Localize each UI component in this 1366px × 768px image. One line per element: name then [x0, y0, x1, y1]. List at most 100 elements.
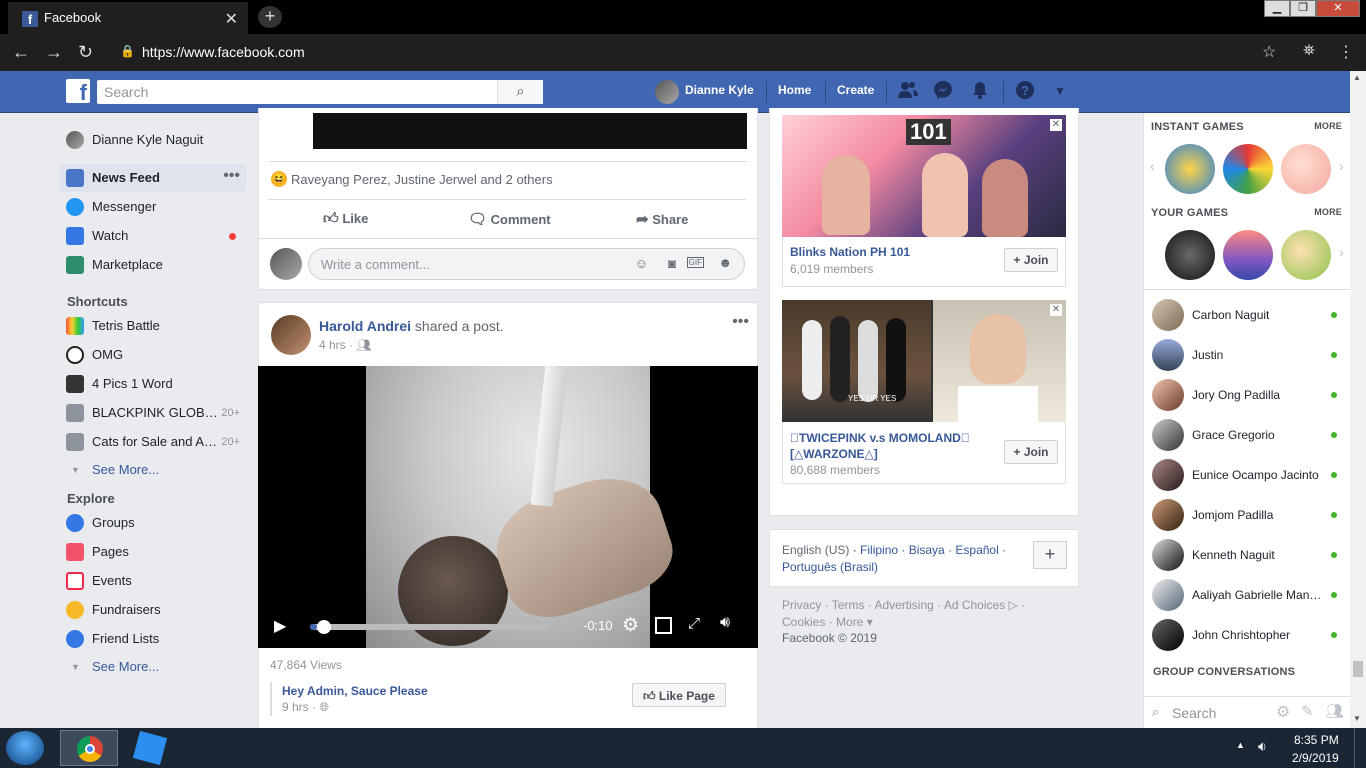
- taskbar-clock-time[interactable]: 8:35 PM: [1294, 733, 1339, 747]
- game-wordscapes-icon[interactable]: [1165, 144, 1215, 194]
- contact-item[interactable]: Jory Ong Padilla: [1144, 375, 1351, 415]
- maximize-button[interactable]: ❐: [1290, 0, 1316, 17]
- account-menu-chevron-down-icon[interactable]: ▼: [1054, 84, 1066, 98]
- picture-in-picture-icon[interactable]: [655, 617, 672, 634]
- sidebar-item-events[interactable]: Events: [60, 567, 246, 595]
- create-group-icon[interactable]: 👥︎: [1325, 702, 1344, 720]
- see-more-explore-link[interactable]: See More...: [92, 659, 159, 674]
- like-page-button[interactable]: 👍︎ Like Page: [632, 683, 726, 707]
- roblox-icon[interactable]: [132, 730, 168, 766]
- comment-button[interactable]: 🗨︎ Comment: [468, 210, 551, 228]
- avatar[interactable]: [271, 315, 311, 355]
- minimize-button[interactable]: ▁: [1264, 0, 1290, 17]
- profile-link[interactable]: Dianne Kyle: [685, 83, 754, 97]
- back-icon[interactable]: ←: [12, 42, 30, 63]
- author-link[interactable]: Harold Andrei: [319, 318, 411, 334]
- game-tetris-battle-icon[interactable]: [1223, 230, 1273, 280]
- volume-icon[interactable]: 🔉︎: [1258, 738, 1267, 755]
- browser-tab[interactable]: f Facebook ✕: [8, 2, 248, 34]
- footer-links[interactable]: Privacy · Terms · Advertising · Ad Choic…: [782, 597, 1062, 631]
- sidebar-item-marketplace[interactable]: Marketplace: [60, 251, 246, 279]
- close-tab-icon[interactable]: ✕: [225, 9, 238, 29]
- play-icon[interactable]: ▶: [274, 616, 286, 636]
- post-timestamp[interactable]: 4 hrs · 👥︎: [319, 338, 372, 352]
- scroll-down-icon[interactable]: ▼: [1353, 714, 1361, 723]
- scroll-up-icon[interactable]: ▲: [1353, 73, 1361, 82]
- chevron-left-icon[interactable]: ‹: [1150, 158, 1155, 174]
- sidebar-item-pages[interactable]: Pages: [60, 538, 246, 566]
- address-bar[interactable]: 🔒 https://www.facebook.com: [110, 39, 1295, 66]
- game-tetris-icon[interactable]: [1223, 144, 1273, 194]
- friend-requests-icon[interactable]: [898, 80, 918, 105]
- group-name-link[interactable]:  TWICEPINK v.s MOMOLAND  [△WARZONE△]: [790, 430, 995, 462]
- avatar[interactable]: [655, 80, 679, 104]
- chevron-right-icon[interactable]: ›: [1339, 158, 1344, 174]
- your-games-more-link[interactable]: MORE: [1314, 207, 1342, 217]
- sidebar-item-friend-lists[interactable]: Friend Lists: [60, 625, 246, 653]
- show-desktop-button[interactable]: [1354, 728, 1366, 768]
- sidebar-item-shortcut[interactable]: OMG: [60, 341, 246, 369]
- page-scrollbar[interactable]: ▲ ▼: [1350, 71, 1366, 728]
- sticker-icon[interactable]: ☻: [718, 255, 732, 270]
- instant-games-more-link[interactable]: MORE: [1314, 121, 1342, 131]
- contact-item[interactable]: Aaliyah Gabrielle Man…: [1144, 575, 1351, 615]
- taskbar-clock-date[interactable]: 2/9/2019: [1292, 751, 1339, 765]
- more-options-icon[interactable]: •••: [223, 167, 240, 185]
- share-button[interactable]: ➦ Share: [636, 210, 688, 228]
- contact-item[interactable]: Kenneth Naguit: [1144, 535, 1351, 575]
- incognito-icon[interactable]: ⛯: [1303, 42, 1315, 59]
- group-name-link[interactable]: Blinks Nation PH 101: [790, 245, 910, 259]
- gif-icon[interactable]: GIF: [686, 257, 704, 268]
- emoji-icon[interactable]: ☺: [635, 256, 648, 271]
- post-options-icon[interactable]: •••: [732, 313, 749, 331]
- messenger-icon[interactable]: [933, 80, 953, 105]
- notifications-bell-icon[interactable]: [970, 80, 990, 105]
- new-tab-button[interactable]: +: [258, 6, 282, 28]
- camera-icon[interactable]: ◙: [668, 256, 676, 271]
- contact-item[interactable]: Jomjom Padilla: [1144, 495, 1351, 535]
- facebook-logo[interactable]: f: [66, 79, 90, 105]
- help-icon[interactable]: ?: [1015, 80, 1035, 105]
- bookmark-star-icon[interactable]: ☆: [1262, 42, 1276, 62]
- post-media[interactable]: [313, 113, 747, 149]
- contact-item[interactable]: Carbon Naguit: [1144, 295, 1351, 335]
- sidebar-item-groups[interactable]: Groups: [60, 509, 246, 537]
- shared-page-link[interactable]: Hey Admin, Sauce Please: [282, 684, 428, 698]
- reload-icon[interactable]: ↻: [78, 42, 93, 63]
- fullscreen-icon[interactable]: ⤢: [688, 615, 700, 632]
- sidebar-item-shortcut[interactable]: Tetris Battle: [60, 312, 246, 340]
- sidebar-item-news-feed[interactable]: News Feed •••: [60, 164, 246, 192]
- video-scrubber-handle[interactable]: [317, 620, 332, 634]
- like-button[interactable]: 👍︎ Like: [323, 210, 368, 228]
- search-input[interactable]: Search ⌕: [97, 80, 543, 104]
- sidebar-item-profile[interactable]: Dianne Kyle Naguit: [60, 126, 246, 154]
- game-4-pics-1-word-icon[interactable]: [1165, 230, 1215, 280]
- video-progress-track[interactable]: [310, 620, 548, 634]
- chat-settings-gear-icon[interactable]: ⚙: [1276, 702, 1290, 722]
- forward-icon[interactable]: →: [45, 42, 63, 63]
- sidebar-item-messenger[interactable]: Messenger: [60, 193, 246, 221]
- group-cover-image[interactable]: 101 ✕: [782, 115, 1066, 237]
- sidebar-item-shortcut[interactable]: Cats for Sale and A… 20+: [60, 428, 246, 456]
- sidebar-item-watch[interactable]: Watch: [60, 222, 246, 250]
- game-icon[interactable]: [1281, 230, 1331, 280]
- join-group-button[interactable]: + Join: [1004, 440, 1058, 464]
- scrollbar-thumb[interactable]: [1353, 661, 1363, 677]
- windows-start-button[interactable]: [6, 731, 44, 765]
- group-cover-image[interactable]: YES OR YES ✕: [782, 300, 1066, 422]
- contact-item[interactable]: John Chrishtopher: [1144, 615, 1351, 655]
- close-icon[interactable]: ✕: [1050, 119, 1062, 131]
- taskbar-chrome-button[interactable]: [60, 730, 118, 766]
- create-link[interactable]: Create: [837, 83, 874, 97]
- home-link[interactable]: Home: [778, 83, 811, 97]
- add-language-button[interactable]: +: [1033, 541, 1067, 569]
- comment-input[interactable]: Write a comment... ☺ ◙ GIF ☻: [308, 248, 745, 280]
- search-icon[interactable]: ⌕: [497, 80, 543, 104]
- close-window-button[interactable]: ✕: [1316, 0, 1360, 17]
- contact-item[interactable]: Eunice Ocampo Jacinto: [1144, 455, 1351, 495]
- chevron-right-icon[interactable]: ›: [1339, 244, 1344, 260]
- see-more-shortcuts-link[interactable]: See More...: [92, 462, 159, 477]
- show-hidden-icons-chevron-up-icon[interactable]: ▲: [1236, 740, 1245, 750]
- sidebar-item-shortcut[interactable]: BLACKPINK GLOB… 20+: [60, 399, 246, 427]
- sidebar-item-shortcut[interactable]: 4 Pics 1 Word: [60, 370, 246, 398]
